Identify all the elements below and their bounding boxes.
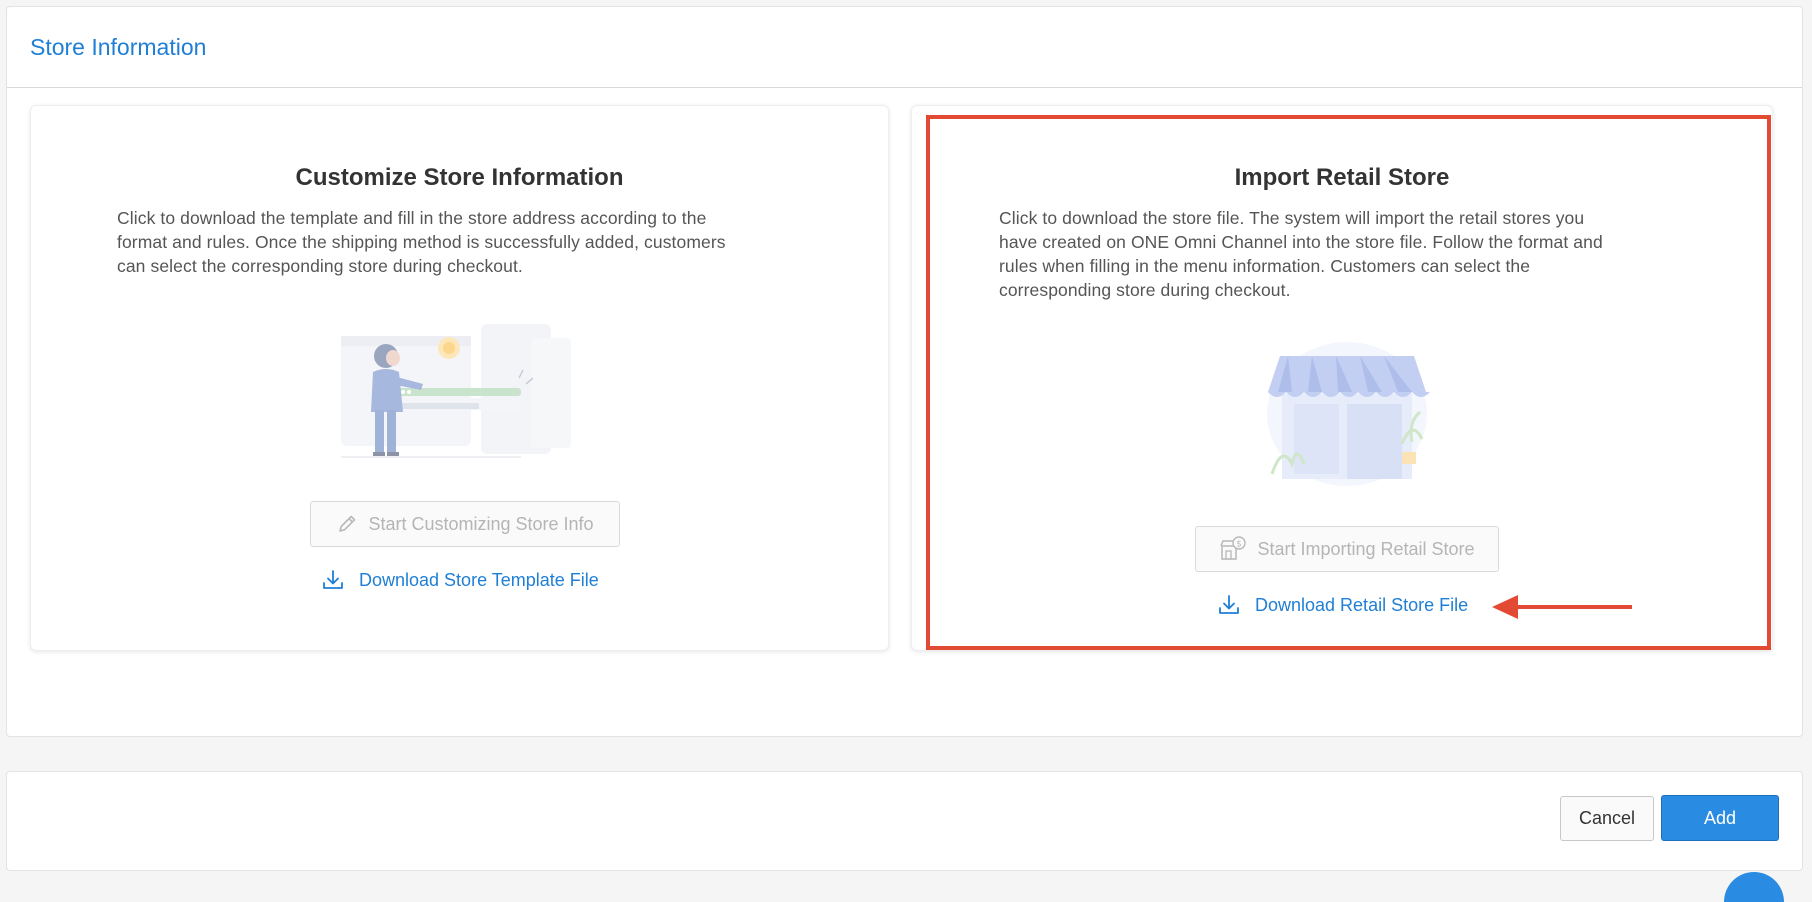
start-customizing-button[interactable]: Start Customizing Store Info — [310, 501, 620, 547]
import-desc-line: rules when filling in the menu informati… — [999, 256, 1531, 276]
start-importing-label: Start Importing Retail Store — [1257, 538, 1475, 559]
cancel-button[interactable]: Cancel — [1560, 796, 1654, 841]
add-button[interactable]: Add — [1661, 795, 1779, 841]
customize-card-description: Click to download the template and fill … — [117, 206, 726, 278]
import-retail-store-card: Import Retail Store Click to download th… — [911, 105, 1773, 651]
store-dollar-icon: $ — [1220, 536, 1247, 560]
start-importing-button[interactable]: $ Start Importing Retail Store — [1195, 526, 1499, 572]
customize-desc-line: Click to download the template and fill … — [117, 208, 707, 228]
chat-bubble-icon[interactable] — [1724, 872, 1784, 902]
customize-illustration — [341, 324, 571, 458]
pencil-icon — [339, 515, 356, 532]
customize-desc-line: can select the corresponding store durin… — [117, 256, 523, 276]
footer-bar — [6, 771, 1803, 871]
start-customizing-label: Start Customizing Store Info — [368, 513, 594, 534]
import-desc-line: Click to download the store file. The sy… — [999, 208, 1585, 228]
import-card-description: Click to download the store file. The sy… — [999, 206, 1603, 302]
import-desc-line: have created on ONE Omni Channel into th… — [999, 232, 1603, 252]
import-desc-line: corresponding store during checkout. — [999, 280, 1291, 300]
customize-card-title: Customize Store Information — [295, 164, 624, 191]
customize-desc-line: format and rules. Once the shipping meth… — [117, 232, 726, 252]
download-retail-store-label: Download Retail Store File — [1255, 594, 1469, 615]
annotation-arrow-icon — [1492, 595, 1632, 619]
page-title: Store Information — [30, 33, 207, 60]
import-card-title: Import Retail Store — [1234, 164, 1450, 191]
download-icon — [323, 570, 343, 589]
svg-text:$: $ — [1237, 540, 1242, 550]
storefront-illustration — [1267, 342, 1430, 486]
download-store-template-label: Download Store Template File — [359, 569, 599, 590]
download-store-template-link[interactable]: Download Store Template File — [321, 568, 599, 592]
customize-store-card: Customize Store Information Click to dow… — [30, 105, 889, 651]
download-retail-store-link[interactable]: Download Retail Store File — [1217, 593, 1468, 617]
panel-header: Store Information — [7, 7, 1802, 88]
download-icon — [1219, 595, 1239, 614]
